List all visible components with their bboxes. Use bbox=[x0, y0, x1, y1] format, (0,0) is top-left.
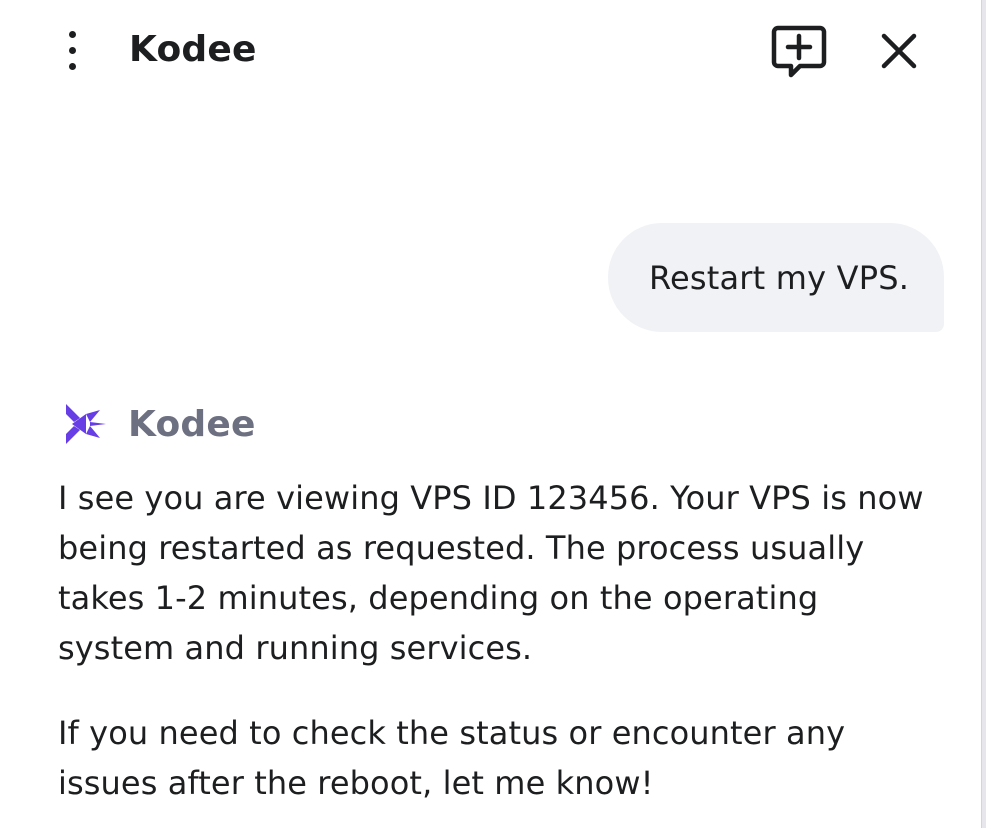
more-vertical-icon-dot bbox=[68, 46, 76, 54]
more-options-button[interactable] bbox=[52, 20, 92, 80]
scrollbar[interactable] bbox=[982, 0, 986, 828]
more-vertical-icon-dot bbox=[68, 62, 76, 70]
close-button[interactable] bbox=[872, 24, 926, 78]
assistant-message-paragraph: I see you are viewing VPS ID 123456. You… bbox=[58, 479, 924, 667]
close-icon bbox=[881, 33, 917, 69]
chat-plus-icon bbox=[771, 25, 827, 78]
assistant-name: Kodee bbox=[128, 403, 256, 445]
assistant-message-paragraph: If you need to check the status or encou… bbox=[58, 714, 846, 802]
chat-title: Kodee bbox=[129, 29, 257, 70]
more-vertical-icon bbox=[68, 30, 76, 38]
kodee-logo-icon bbox=[66, 404, 106, 444]
user-message: Restart my VPS. bbox=[608, 223, 944, 332]
assistant-header: Kodee bbox=[60, 398, 256, 450]
chat-header: Kodee bbox=[0, 0, 982, 100]
new-chat-button[interactable] bbox=[768, 20, 830, 80]
